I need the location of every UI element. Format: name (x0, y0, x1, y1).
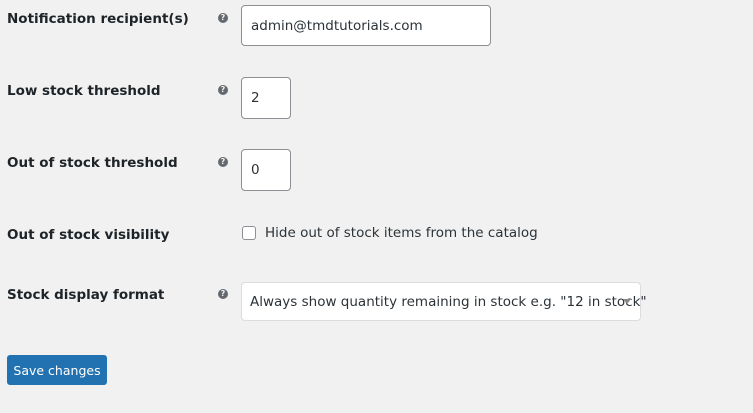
help-icon[interactable]: ? (218, 289, 228, 299)
notification-recipient-input[interactable]: admin@tmdtutorials.com (241, 5, 491, 46)
inventory-settings-page: Notification recipient(s) ? admin@tmdtut… (0, 0, 753, 413)
out-of-stock-threshold-label: Out of stock threshold (7, 155, 178, 171)
hide-out-of-stock-checkbox-label[interactable]: Hide out of stock items from the catalog (265, 225, 538, 241)
save-changes-button[interactable]: Save changes (7, 355, 107, 385)
hide-out-of-stock-checkbox[interactable] (242, 226, 256, 240)
low-stock-threshold-input[interactable]: 2 (241, 77, 291, 119)
out-of-stock-threshold-input[interactable]: 0 (241, 149, 291, 191)
chevron-down-icon (623, 299, 631, 304)
low-stock-threshold-label: Low stock threshold (7, 83, 161, 99)
out-of-stock-visibility-label: Out of stock visibility (7, 227, 170, 243)
stock-display-format-select[interactable]: Always show quantity remaining in stock … (241, 282, 647, 321)
stock-display-format-selected-value: Always show quantity remaining in stock … (250, 293, 647, 310)
notification-recipient-label: Notification recipient(s) (7, 11, 189, 27)
help-icon[interactable]: ? (218, 157, 228, 167)
stock-display-format-label: Stock display format (7, 287, 165, 303)
help-icon[interactable]: ? (218, 85, 228, 95)
help-icon[interactable]: ? (218, 13, 228, 23)
